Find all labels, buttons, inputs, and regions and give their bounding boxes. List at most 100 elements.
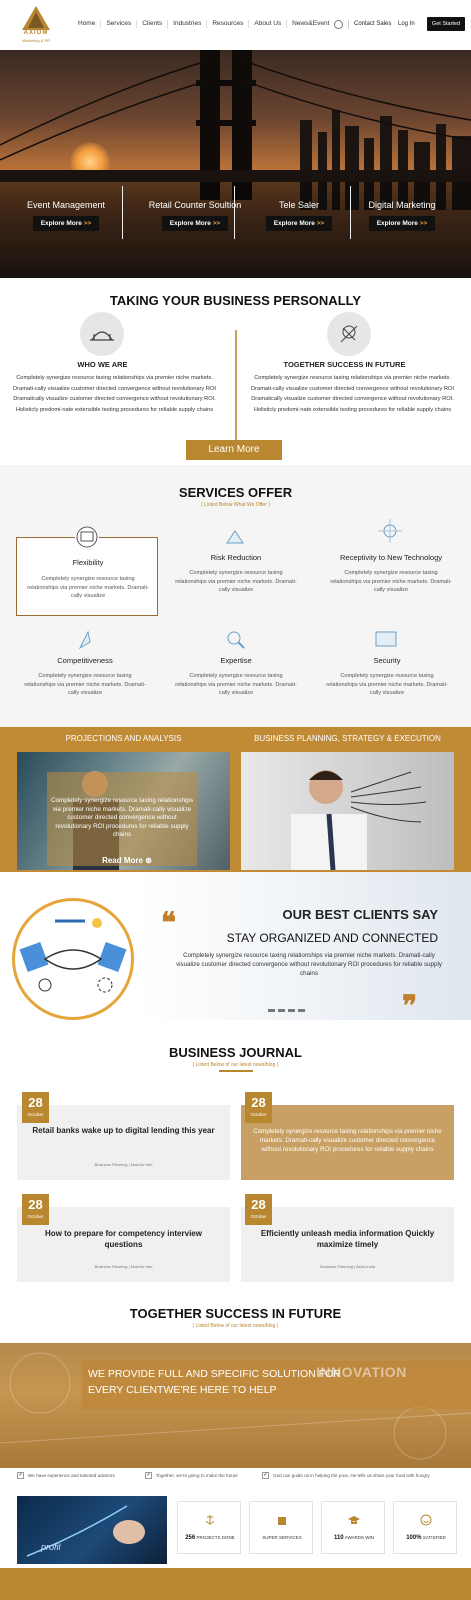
journal-card[interactable]: Efficiently unleash media information Qu… <box>241 1207 454 1282</box>
handshake-icon <box>19 918 127 993</box>
who-we-are-title: WHO WE ARE <box>77 360 128 369</box>
globe-icon[interactable] <box>334 20 343 29</box>
service-text: Completely synergize resource taxing rel… <box>175 570 297 593</box>
logo-wordmark: AXIOM <box>23 30 49 36</box>
hero-item-title: Digital Marketing <box>368 200 436 210</box>
puzzle-team-icon <box>327 312 371 356</box>
checkbox-icon: ✓ <box>145 1472 152 1479</box>
service-title: Flexibility <box>72 558 104 567</box>
hero-item-title: Retail Counter Soultion <box>148 200 242 210</box>
future-title: TOGETHER SUCCESS IN FUTURE <box>129 1306 342 1321</box>
hero-divider <box>350 186 351 239</box>
graduation-cap-icon <box>348 1516 360 1524</box>
stat-card: 256 PROJECTS DONE <box>177 1501 241 1554</box>
stat-card: 100% SATISFIED <box>393 1501 457 1554</box>
anchor-icon <box>205 1515 215 1525</box>
profit-photo: profil <box>17 1496 167 1564</box>
journal-date-badge: 28 October <box>22 1092 49 1123</box>
stat-card: 110 AWARDS WIN <box>321 1501 385 1554</box>
together-success-title: TOGETHER SUCCESS IN FUTURE <box>283 360 406 369</box>
journal-card-title: Completely synergize resource taxing rel… <box>253 1128 442 1153</box>
explore-more-button[interactable]: Explore More >> <box>368 216 436 231</box>
service-title: Security <box>373 656 401 665</box>
service-title: Receptivity to New Technology <box>340 553 442 562</box>
learn-more-button[interactable]: Learn More <box>186 440 282 460</box>
service-card-receptivity[interactable]: Receptivity to New Technology Completely… <box>320 519 462 599</box>
hero-item-retail-counter: Retail Counter Soultion Explore More >> <box>140 200 250 231</box>
clients-heading: OUR BEST CLIENTS SAY <box>282 907 438 922</box>
clients-subheading: STAY ORGANIZED AND CONNECTED <box>226 931 438 945</box>
service-card-competitiveness[interactable]: Competitiveness Completely synergize res… <box>14 628 156 708</box>
explore-more-button[interactable]: Explore More >> <box>161 216 229 231</box>
clients-testimonial-text: Completely synergize resource taxing rel… <box>176 952 442 977</box>
service-text: Completely synergize resource taxing rel… <box>24 673 146 696</box>
nav-clients[interactable]: Clients <box>142 20 162 28</box>
footer-band <box>0 1568 471 1600</box>
check-item: ✓ Together, we're going to make the futur… <box>145 1472 238 1479</box>
projections-heading: PROJECTIONS AND ANALYSIS <box>65 734 182 743</box>
risk-hand-icon <box>226 530 244 544</box>
header-divider <box>348 20 349 29</box>
rocket-icon <box>78 630 91 650</box>
journal-card-title: Efficiently unleash media information Qu… <box>260 1229 435 1249</box>
hero-item-title: Tele Saler <box>278 200 320 210</box>
testimonial-pagination[interactable] <box>268 1009 305 1012</box>
nav-news-event[interactable]: News&Event <box>292 20 329 28</box>
business-planning-photo <box>241 752 454 870</box>
journal-card-title: How to prepare for competency interview … <box>45 1229 202 1249</box>
monitor-icon <box>75 526 99 548</box>
nav-home[interactable]: Home <box>78 20 95 28</box>
nav-industries[interactable]: Industries <box>173 20 201 28</box>
service-title: Risk Reduction <box>210 553 262 562</box>
profit-caption: profil <box>41 1542 61 1552</box>
get-started-button[interactable]: Get Started <box>427 17 465 31</box>
hero-item-digital-marketing: Digital Marketing Explore More >> <box>358 200 446 231</box>
journal-date-badge: 28 October <box>245 1194 272 1225</box>
hero-divider <box>122 186 123 239</box>
projections-overlay-text: Completely synergize resource taxing rel… <box>50 797 194 838</box>
technology-network-icon <box>378 519 402 543</box>
journal-card-meta: Business Planning | Mukhtu Hari <box>94 1162 153 1167</box>
projections-photo: Completely synergize resource taxing rel… <box>17 752 230 870</box>
nav-services[interactable]: Services <box>106 20 131 28</box>
nav-about-us[interactable]: About Us <box>254 20 281 28</box>
magnifier-icon <box>227 631 245 649</box>
together-success-text: Completely synergize resource taxing rel… <box>251 375 454 413</box>
service-title: Competitiveness <box>57 656 113 665</box>
business-planning-heading: BUSINESS PLANNING, STRATEGY & EXECUTION <box>254 734 441 743</box>
contact-sales-link[interactable]: Contact Sales <box>354 21 391 27</box>
read-more-button[interactable]: Read More ⊛ <box>87 856 167 865</box>
service-text: Completely synergize resource taxing rel… <box>27 576 149 599</box>
bridge-skyline-image <box>0 50 471 278</box>
building-icon <box>278 1517 286 1525</box>
logo-tagline: Marketing & PR <box>21 38 50 43</box>
service-text: Completely synergize resource taxing rel… <box>175 673 297 696</box>
future-subtitle: ( Listed Below of our latest news/blog ) <box>192 1323 279 1329</box>
hero-item-tele-saler: Tele Saler Explore More >> <box>258 200 340 231</box>
open-quote-icon: ❝ <box>161 906 177 939</box>
explore-more-button[interactable]: Explore More >> <box>32 216 100 231</box>
hero-item-event-management: Event Management Explore More >> <box>20 200 112 231</box>
service-text: Completely synergize resource taxing rel… <box>326 673 448 696</box>
service-card-security[interactable]: Security Completely synergize resource t… <box>316 628 458 708</box>
service-card-risk-reduction[interactable]: Risk Reduction Completely synergize reso… <box>165 525 307 605</box>
site-header: AXIOM Marketing & PR Home Services Clien… <box>0 0 471 50</box>
close-quote-icon: ❞ <box>402 989 418 1022</box>
journal-card-meta: Business Planning | Asha India <box>320 1264 375 1269</box>
smile-icon <box>420 1514 432 1526</box>
explore-more-button[interactable]: Explore More >> <box>265 216 333 231</box>
service-card-flexibility[interactable]: Flexibility Completely synergize resourc… <box>16 526 158 616</box>
shield-card-icon <box>375 631 397 647</box>
innovation-text: WE PROVIDE FULL AND SPECIFIC SOLUTION FO… <box>88 1368 341 1396</box>
checkbox-icon: ✓ <box>262 1472 269 1479</box>
hero-item-title: Event Management <box>26 200 106 210</box>
service-card-expertise[interactable]: Expertise Completely synergize resource … <box>165 628 307 708</box>
journal-card-featured[interactable]: Completely synergize resource taxing rel… <box>241 1105 454 1180</box>
service-text: Completely synergize resource taxing rel… <box>330 570 452 593</box>
login-link[interactable]: Log In <box>398 21 415 27</box>
journal-date-badge: 28 October <box>22 1194 49 1225</box>
nav-resources[interactable]: Resources <box>212 20 243 28</box>
hand-writing-image <box>26 1505 145 1557</box>
service-title: Expertise <box>220 656 252 665</box>
journal-subtitle: ( Listed Below of our latest news/blog ) <box>192 1062 279 1068</box>
